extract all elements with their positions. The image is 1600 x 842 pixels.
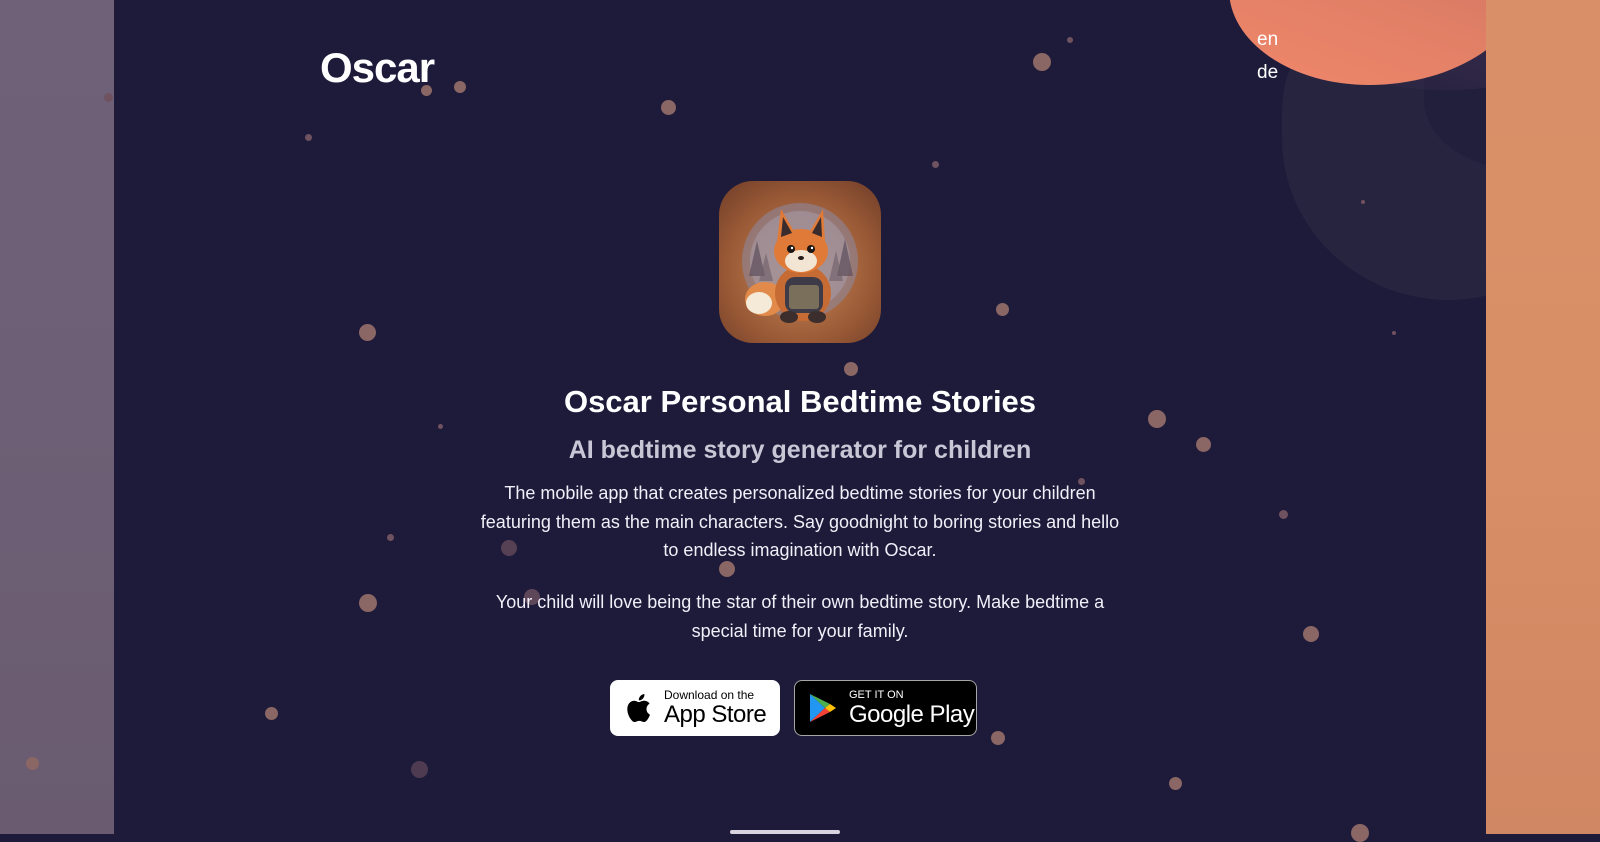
decorative-dot	[26, 757, 39, 770]
decorative-dot	[991, 731, 1005, 745]
decorative-dot	[1361, 200, 1365, 204]
decorative-dot	[932, 161, 939, 168]
intro-paragraph: The mobile app that creates personalized…	[480, 483, 1120, 560]
app-store-button[interactable]: Download on the App Store	[610, 680, 780, 736]
decorative-dot	[844, 362, 858, 376]
decorative-dot	[1033, 53, 1051, 71]
language-link-de[interactable]: de	[1257, 62, 1278, 84]
decorative-dot	[1351, 824, 1369, 842]
app-store-small-text: Download on the	[664, 688, 755, 702]
decorative-dot	[1279, 510, 1288, 519]
decorative-dot	[305, 134, 312, 141]
decorative-dot	[411, 761, 428, 778]
decorative-dot	[996, 303, 1009, 316]
apple-icon	[620, 690, 656, 726]
page-subtitle: AI bedtime story generator for children	[568, 436, 1032, 464]
decorative-dot	[359, 594, 377, 612]
decorative-dot	[1392, 331, 1396, 335]
decorative-dot	[1303, 626, 1319, 642]
site-logo[interactable]: Oscar	[320, 44, 435, 92]
decorative-dot	[265, 707, 278, 720]
fox-reading-book-icon	[719, 181, 881, 343]
google-play-button[interactable]: GET IT ON Google Play	[794, 680, 977, 736]
decorative-dot	[1169, 777, 1182, 790]
scroll-indicator	[730, 830, 840, 834]
decorative-dot	[1067, 37, 1073, 43]
decorative-dot	[438, 424, 443, 429]
decorative-dot	[359, 324, 376, 341]
page-title: Oscar Personal Bedtime Stories	[563, 384, 1037, 419]
decorative-dot	[387, 534, 394, 541]
app-store-big-text: App Store	[664, 701, 767, 728]
google-play-icon	[805, 690, 841, 726]
decorative-dot	[104, 93, 113, 102]
secondary-paragraph: Your child will love being the star of t…	[495, 592, 1105, 641]
language-link-en[interactable]: en	[1257, 29, 1278, 51]
google-play-big-text: Google Play	[849, 700, 975, 728]
decorative-dot	[661, 100, 676, 115]
decorative-dot	[454, 81, 466, 93]
google-play-small-text: GET IT ON	[849, 688, 904, 701]
